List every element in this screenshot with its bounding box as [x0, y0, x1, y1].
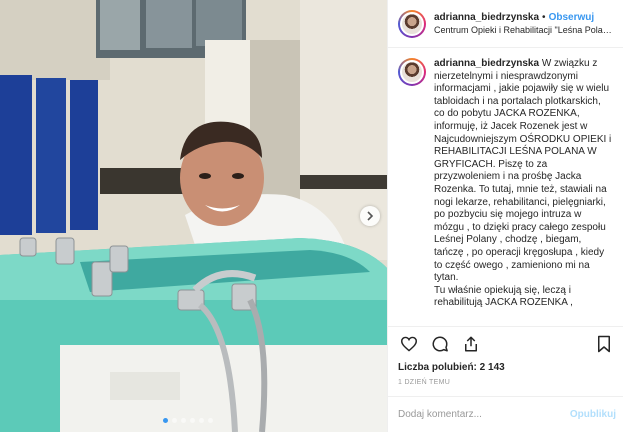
like-count[interactable]: Liczba polubień: 2 143	[388, 360, 623, 373]
caption-area: adrianna_biedrzynska W związku z nierzet…	[388, 48, 623, 326]
carousel-dot[interactable]	[199, 418, 204, 423]
username-link[interactable]: adrianna_biedrzynska	[434, 12, 539, 23]
separator-dot: •	[542, 12, 546, 23]
carousel-next-button[interactable]	[360, 206, 380, 226]
save-button[interactable]	[593, 333, 615, 355]
carousel-dot[interactable]	[172, 418, 177, 423]
photo-illustration	[0, 0, 387, 432]
carousel-dot[interactable]	[208, 418, 213, 423]
carousel-dots	[163, 418, 213, 423]
post-timestamp: 1 DZIEŃ TEMU	[398, 379, 451, 386]
caption-line: tytan.	[434, 272, 459, 284]
comment-icon	[432, 336, 448, 352]
carousel-dot[interactable]	[190, 418, 195, 423]
caption-line: Leśnej Polany , chodzę , biegam,	[434, 234, 582, 246]
caption-line: to część owego , zamieniono mi na	[434, 259, 590, 271]
publish-button[interactable]: Opublikuj	[570, 409, 616, 420]
caption-line: Najcudowniejszym OŚRODKU OPIEKI i	[434, 133, 612, 145]
caption-line: nierzetelnymi i niesprawdzonymi	[434, 70, 578, 82]
heart-icon	[400, 336, 418, 352]
carousel-dot[interactable]	[163, 418, 168, 423]
follow-button[interactable]: Obserwuj	[549, 12, 595, 23]
share-icon	[465, 336, 477, 351]
caption-line: Rozenka. To tutaj, mnie też, stawiali na	[434, 183, 607, 195]
avatar[interactable]	[398, 58, 426, 86]
caption-line: mózgu , to dzięki pracy całego zespołu	[434, 221, 606, 233]
caption-line: po pozbyciu się mojego intruza w	[434, 209, 582, 221]
post-caption: adrianna_biedrzynska W związku z nierzet…	[434, 58, 614, 326]
caption-line: tańczę , po operacji kręgosłupa , kiedy	[434, 246, 605, 258]
caption-line: nogi lekarze, rehabilitanci, pielęgniark…	[434, 196, 606, 208]
post-side-panel: adrianna_biedrzynska • Obserwuj Centrum Op…	[387, 0, 623, 432]
comment-form: Opublikuj	[388, 396, 623, 432]
post-header-text: adrianna_biedrzynska • Obserwuj Centrum Op…	[434, 12, 615, 35]
caption-username[interactable]: adrianna_biedrzynska	[434, 58, 539, 69]
like-button[interactable]	[398, 333, 420, 355]
caption-line: Tu właśnie opiekują się, leczą i	[434, 284, 571, 296]
post-photo[interactable]	[0, 0, 387, 432]
comment-input[interactable]	[398, 409, 570, 420]
caption-line: W związku z	[541, 58, 598, 69]
caption-line: REHABILITACJI LEŚNA POLANA W	[434, 146, 597, 158]
avatar[interactable]	[398, 9, 426, 38]
bookmark-icon	[598, 335, 610, 352]
carousel-dot[interactable]	[181, 418, 186, 423]
chevron-right-icon	[367, 211, 374, 221]
caption-line: tabloidach i na portalach plotkarskich,	[434, 95, 601, 107]
caption-line: co do pobytu JACKA ROZENKA,	[434, 108, 580, 120]
location-link[interactable]: Centrum Opieki i Rehabilitacji "Leśna Po…	[434, 25, 615, 35]
post-actions	[388, 326, 623, 360]
post-header: adrianna_biedrzynska • Obserwuj Centrum Op…	[388, 0, 623, 48]
caption-line: informuję, iż Jacek Rozenek jest w	[434, 120, 588, 132]
caption-line: rehabilitują JACKA ROZENKA ,	[434, 297, 573, 309]
caption-line: informacjami , jakie pojawiły się w wiel…	[434, 83, 610, 95]
share-button[interactable]	[460, 333, 482, 355]
caption-line: GRYFICACH. Piszę to za	[434, 158, 548, 170]
caption-line: przyzwoleniem i na prośbę Jacka	[434, 171, 582, 183]
comment-button[interactable]	[429, 333, 451, 355]
